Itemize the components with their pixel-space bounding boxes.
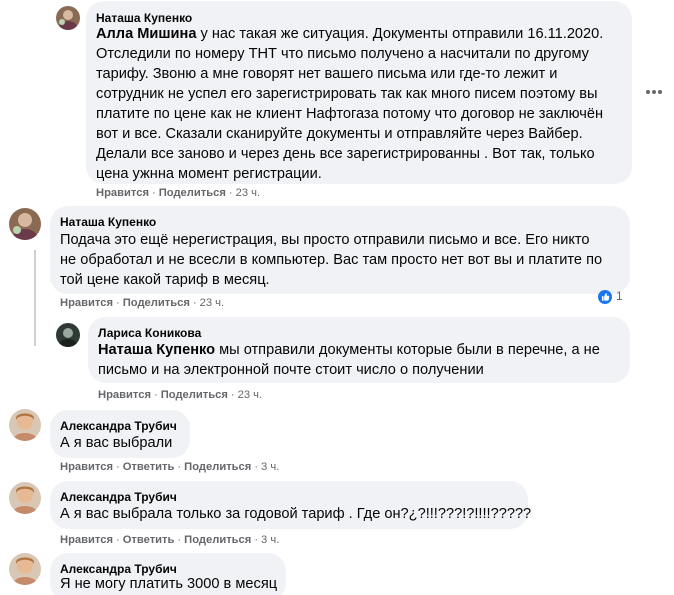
comment-text: А я вас выбрала только за годовой тариф …: [60, 506, 532, 522]
avatar[interactable]: [9, 553, 41, 585]
avatar[interactable]: [9, 409, 41, 441]
comment-text: Я не могу платить 3000 в месяц: [60, 576, 278, 592]
timestamp[interactable]: 3 ч.: [261, 534, 279, 546]
avatar[interactable]: [9, 208, 41, 240]
mention-link[interactable]: Алла Мишина: [96, 26, 196, 42]
like-button[interactable]: Нравится: [60, 534, 113, 546]
timestamp[interactable]: 23 ч.: [236, 187, 261, 199]
comment-author[interactable]: Наташа Купенко: [60, 215, 156, 229]
like-reaction-icon: [598, 290, 612, 304]
thread-line: [34, 250, 36, 346]
avatar[interactable]: [56, 323, 80, 347]
comment-text: Подача это ещё нерегистрация, вы просто …: [60, 232, 603, 288]
comment-author[interactable]: Александра Трубич: [60, 490, 177, 504]
mention-link[interactable]: Наташа Купенко: [98, 342, 215, 358]
reply-button[interactable]: Ответить: [123, 461, 175, 473]
timestamp[interactable]: 23 ч.: [200, 297, 225, 309]
like-button[interactable]: Нравится: [96, 187, 149, 199]
comment-author[interactable]: Александра Трубич: [60, 419, 177, 433]
comment-author[interactable]: Лариса Коникова: [98, 326, 201, 340]
more-horizontal-icon[interactable]: [646, 86, 666, 98]
share-button[interactable]: Поделиться: [123, 297, 190, 309]
comment-actions: Нравится · Ответить · Поделиться · 3 ч.: [60, 534, 280, 546]
like-button[interactable]: Нравится: [60, 461, 113, 473]
comment-author[interactable]: Наташа Купенко: [96, 11, 192, 25]
comment-actions: Нравится · Поделиться · 23 ч.: [60, 297, 225, 309]
reaction-count: 1: [616, 289, 623, 303]
share-button[interactable]: Поделиться: [159, 187, 226, 199]
avatar[interactable]: [9, 482, 41, 514]
share-button[interactable]: Поделиться: [184, 534, 251, 546]
share-button[interactable]: Поделиться: [184, 461, 251, 473]
like-button[interactable]: Нравится: [60, 297, 113, 309]
comment-actions: Нравится · Ответить · Поделиться · 3 ч.: [60, 461, 280, 473]
like-button[interactable]: Нравится: [98, 389, 151, 401]
comment-text: Наташа Купенко мы отправили документы ко…: [98, 342, 600, 378]
timestamp[interactable]: 3 ч.: [261, 461, 279, 473]
comment-text: А я вас выбрали: [60, 435, 173, 451]
comment-text: Алла Мишина у нас такая же ситуация. Док…: [96, 26, 604, 182]
reply-button[interactable]: Ответить: [123, 534, 175, 546]
avatar[interactable]: [56, 6, 80, 30]
comment-actions: Нравится · Поделиться · 23 ч.: [98, 389, 263, 401]
timestamp[interactable]: 23 ч.: [238, 389, 263, 401]
share-button[interactable]: Поделиться: [161, 389, 228, 401]
comment-actions: Нравится · Поделиться · 23 ч.: [96, 187, 261, 199]
